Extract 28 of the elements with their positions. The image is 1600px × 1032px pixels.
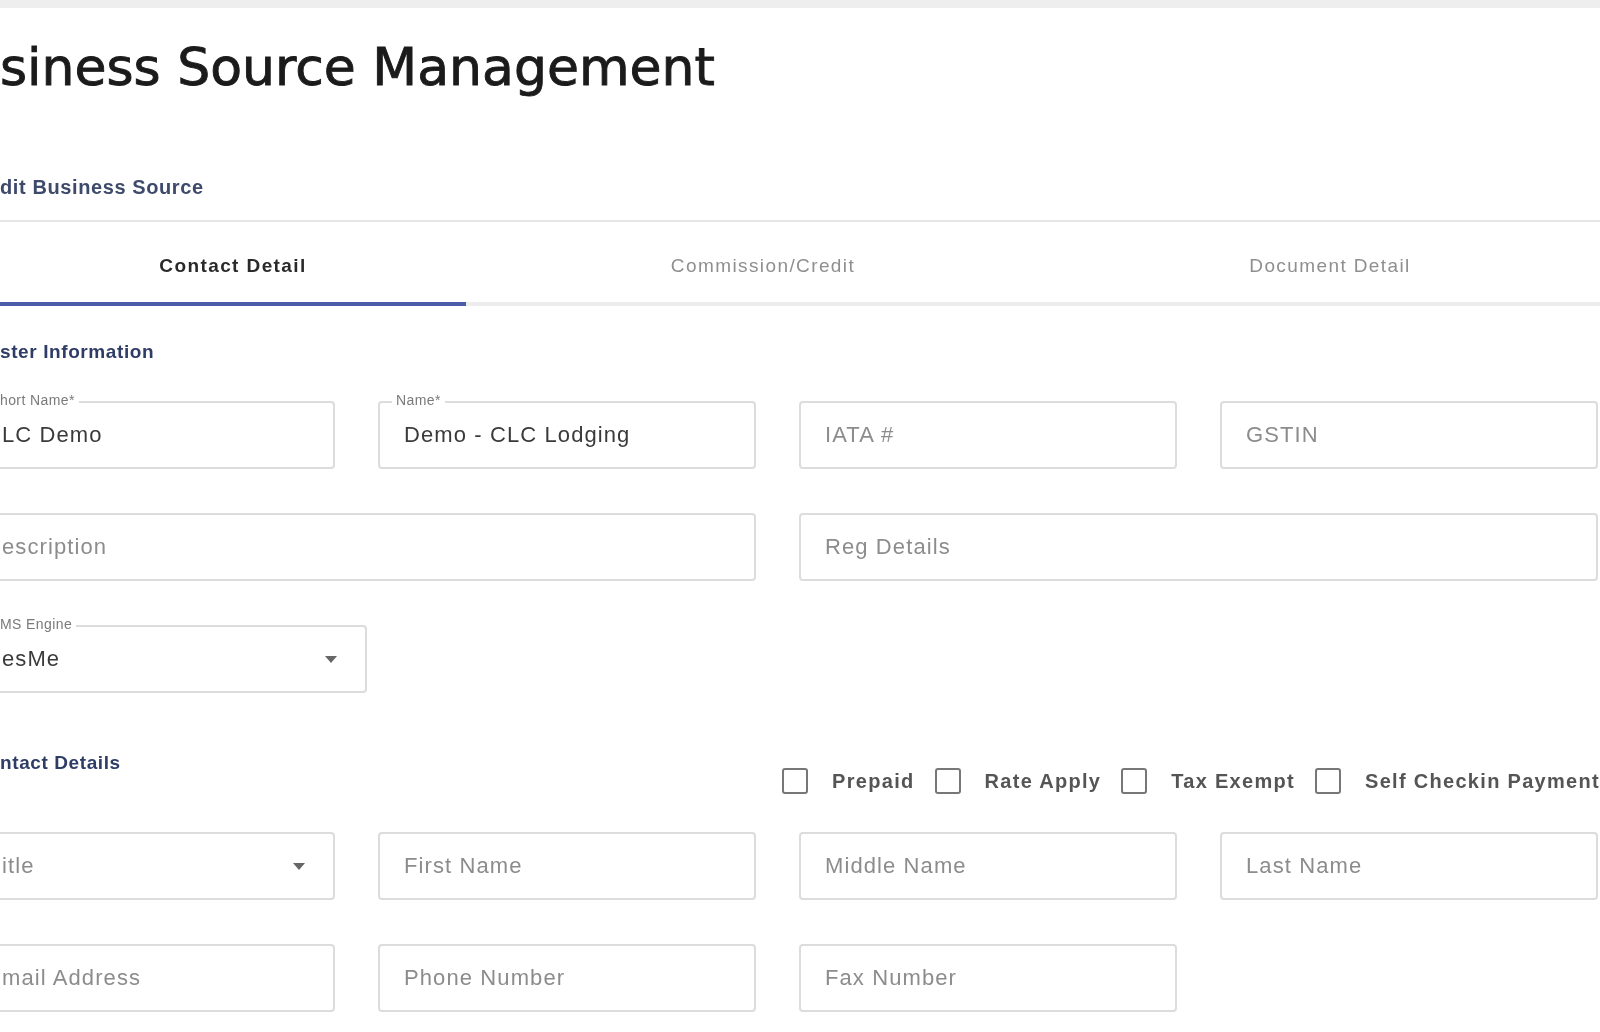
checkbox[interactable] bbox=[1315, 768, 1342, 794]
checkbox[interactable] bbox=[1121, 768, 1148, 794]
text-field[interactable]: IATA # bbox=[799, 401, 1177, 469]
text-field[interactable]: mail Address bbox=[0, 944, 335, 1012]
text-field[interactable]: GSTIN bbox=[1220, 401, 1598, 469]
caret-icon bbox=[293, 862, 305, 870]
page-title: siness Source Management bbox=[0, 38, 715, 96]
text-field[interactable]: Middle Name bbox=[799, 832, 1177, 900]
text-field[interactable]: First Name bbox=[378, 832, 756, 900]
checkbox[interactable] bbox=[782, 768, 809, 794]
text-field[interactable]: Last Name bbox=[1220, 832, 1598, 900]
text-field[interactable]: Phone Number bbox=[378, 944, 756, 1012]
field-label: hort Name* bbox=[0, 392, 79, 408]
field-label: MS Engine bbox=[0, 616, 77, 632]
text-field[interactable]: escription bbox=[0, 513, 756, 581]
section-heading: ster Information bbox=[0, 340, 155, 364]
text-field[interactable]: Reg Details bbox=[799, 513, 1598, 581]
text-field[interactable]: Fax Number bbox=[799, 944, 1177, 1012]
caret-icon bbox=[325, 655, 337, 663]
checkbox[interactable] bbox=[934, 768, 961, 794]
checkbox-label: Rate Apply bbox=[984, 769, 1102, 793]
page-subtitle: dit Business Source bbox=[0, 175, 204, 199]
section-heading: ntact Details bbox=[0, 751, 121, 775]
tab[interactable]: Contact Detail bbox=[0, 222, 466, 306]
field-label: Name* bbox=[392, 392, 445, 408]
checkbox-label: Tax Exempt bbox=[1171, 769, 1296, 793]
checkbox-label: Self Checkin Payment bbox=[1365, 769, 1600, 793]
checkbox-label: Prepaid bbox=[832, 769, 915, 793]
